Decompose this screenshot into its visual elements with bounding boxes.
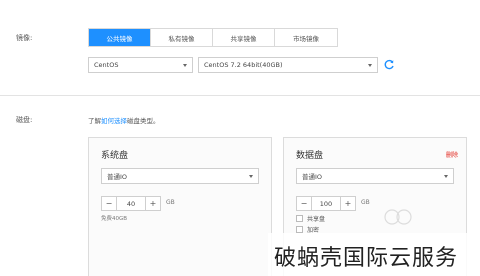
data-disk-unit: GB [361, 199, 370, 206]
data-disk-size-stepper: − 100 + [296, 196, 356, 211]
chevron-down-icon [249, 174, 253, 178]
os-select-value: CentOS [94, 61, 119, 69]
shared-disk-option[interactable]: 共享盘 [296, 214, 325, 223]
hint-suffix: 磁盘类型。 [127, 117, 160, 125]
disk-section-label: 磁盘: [16, 116, 33, 124]
data-disk-type-value: 普通IO [302, 173, 323, 181]
tab-private-image[interactable]: 私有镜像 [151, 29, 213, 46]
increment-button[interactable]: + [146, 197, 160, 210]
shared-disk-checkbox[interactable] [296, 215, 303, 222]
shared-disk-label: 共享盘 [307, 216, 326, 223]
system-disk-size-stepper: − 40 + [101, 196, 161, 211]
chevron-down-icon [444, 174, 448, 178]
image-type-tabs: 公共镜像 私有镜像 共享镜像 市场镜像 [88, 28, 338, 47]
decrement-button[interactable]: − [297, 197, 311, 210]
image-section-label: 镜像: [16, 34, 33, 42]
chevron-down-icon [368, 63, 372, 67]
data-disk-type-select[interactable]: 普通IO [296, 168, 454, 184]
delete-data-disk-link[interactable]: 删除 [446, 150, 458, 159]
system-disk-title: 系统盘 [101, 151, 129, 161]
os-select[interactable]: CentOS [88, 57, 193, 73]
decrement-button[interactable]: − [102, 197, 116, 210]
tab-public-image[interactable]: 公共镜像 [89, 29, 151, 46]
how-to-choose-link[interactable]: 如何选择 [101, 117, 127, 125]
watermark-text: 破蜗壳国际云服务 [274, 246, 459, 271]
system-disk-type-select[interactable]: 普通IO [101, 168, 259, 184]
tab-market-image[interactable]: 市场镜像 [275, 29, 337, 46]
data-disk-title: 数据盘 [296, 151, 324, 161]
refresh-icon[interactable] [383, 59, 395, 71]
system-disk-free-note: 免费40GB [101, 216, 128, 222]
watermark-logo-icon [384, 209, 412, 225]
system-disk-card: 系统盘 普通IO − 40 + GB 免费40GB [88, 137, 272, 276]
system-disk-type-value: 普通IO [107, 173, 128, 181]
increment-button[interactable]: + [341, 197, 355, 210]
chevron-down-icon [183, 63, 187, 67]
hint-prefix: 了解 [88, 117, 101, 125]
section-divider [0, 95, 480, 96]
disk-type-hint: 了解如何选择磁盘类型。 [88, 115, 160, 125]
data-disk-size-value[interactable]: 100 [311, 197, 341, 210]
system-disk-unit: GB [166, 199, 175, 206]
os-version-select[interactable]: CentOS 7.2 64bit(40GB) [198, 57, 378, 73]
encrypt-checkbox[interactable] [296, 226, 303, 233]
tab-shared-image[interactable]: 共享镜像 [213, 29, 275, 46]
system-disk-size-value[interactable]: 40 [116, 197, 146, 210]
os-version-select-value: CentOS 7.2 64bit(40GB) [204, 61, 283, 69]
